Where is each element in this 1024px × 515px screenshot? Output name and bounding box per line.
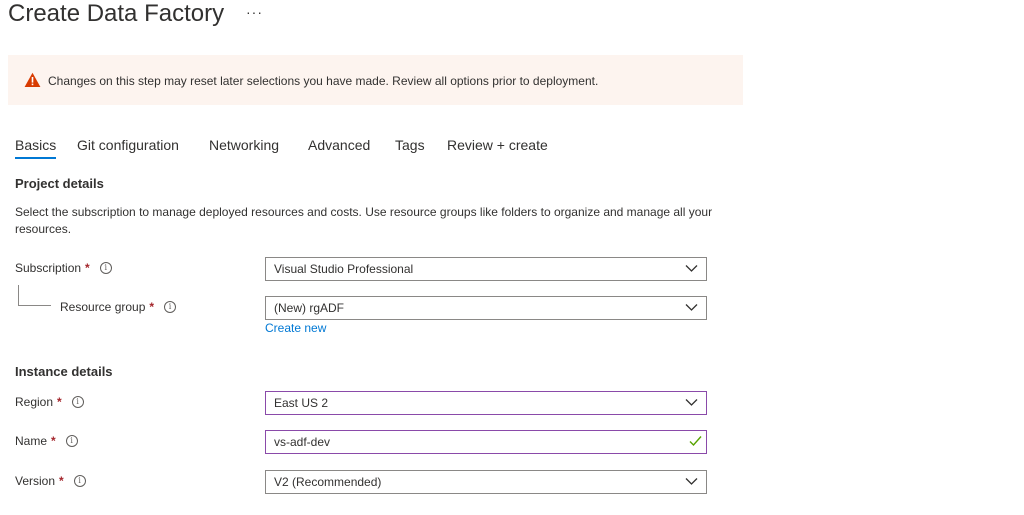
info-icon[interactable]: i — [99, 262, 112, 274]
tab-networking[interactable]: Networking — [209, 137, 279, 153]
tab-git-configuration[interactable]: Git configuration — [77, 137, 179, 153]
tab-advanced[interactable]: Advanced — [308, 137, 370, 153]
project-details-description: Select the subscription to manage deploy… — [15, 205, 713, 236]
required-marker: * — [57, 395, 62, 409]
subscription-value: Visual Studio Professional — [274, 262, 414, 276]
page-title: Create Data Factory — [8, 0, 225, 27]
info-icon[interactable]: i — [71, 396, 84, 408]
name-label: Name * i — [15, 434, 78, 448]
warning-icon — [24, 72, 41, 87]
chevron-down-icon — [685, 399, 698, 406]
name-input[interactable]: vs-adf-dev — [265, 430, 707, 454]
version-value: V2 (Recommended) — [274, 475, 382, 489]
resource-group-label-text: Resource group — [60, 300, 146, 314]
info-icon[interactable]: i — [73, 475, 86, 487]
name-label-text: Name — [15, 434, 48, 448]
info-icon[interactable]: i — [164, 301, 177, 313]
resource-group-label: Resource group * i — [60, 300, 177, 314]
subscription-label: Subscription * i — [15, 261, 112, 275]
chevron-down-icon — [685, 304, 698, 311]
project-details-heading: Project details — [15, 176, 104, 191]
subscription-dropdown[interactable]: Visual Studio Professional — [265, 257, 707, 281]
tab-tags[interactable]: Tags — [395, 137, 425, 153]
name-value: vs-adf-dev — [274, 435, 331, 449]
instance-details-heading: Instance details — [15, 364, 113, 379]
required-marker: * — [51, 434, 56, 448]
resource-group-dropdown[interactable]: (New) rgADF — [265, 296, 707, 320]
required-marker: * — [149, 300, 155, 314]
chevron-down-icon — [685, 478, 698, 485]
required-marker: * — [59, 474, 64, 488]
tab-review-create[interactable]: Review + create — [447, 137, 548, 153]
region-dropdown[interactable]: East US 2 — [265, 391, 707, 415]
version-label: Version * i — [15, 474, 86, 488]
version-label-text: Version — [15, 474, 56, 488]
region-label: Region * i — [15, 395, 84, 409]
region-value: East US 2 — [274, 396, 329, 410]
resource-group-value: (New) rgADF — [274, 301, 345, 315]
tree-connector — [18, 285, 51, 306]
warning-banner-text: Changes on this step may reset later sel… — [48, 74, 599, 88]
version-dropdown[interactable]: V2 (Recommended) — [265, 470, 707, 494]
info-icon[interactable]: i — [65, 435, 78, 447]
more-options-button[interactable]: ··· — [246, 4, 263, 20]
tab-basics[interactable]: Basics — [15, 137, 57, 159]
chevron-down-icon — [685, 265, 698, 272]
region-label-text: Region — [15, 395, 54, 409]
subscription-label-text: Subscription — [15, 261, 82, 275]
checkmark-icon — [689, 436, 702, 447]
create-new-link[interactable]: Create new — [265, 321, 326, 335]
required-marker: * — [85, 261, 90, 275]
